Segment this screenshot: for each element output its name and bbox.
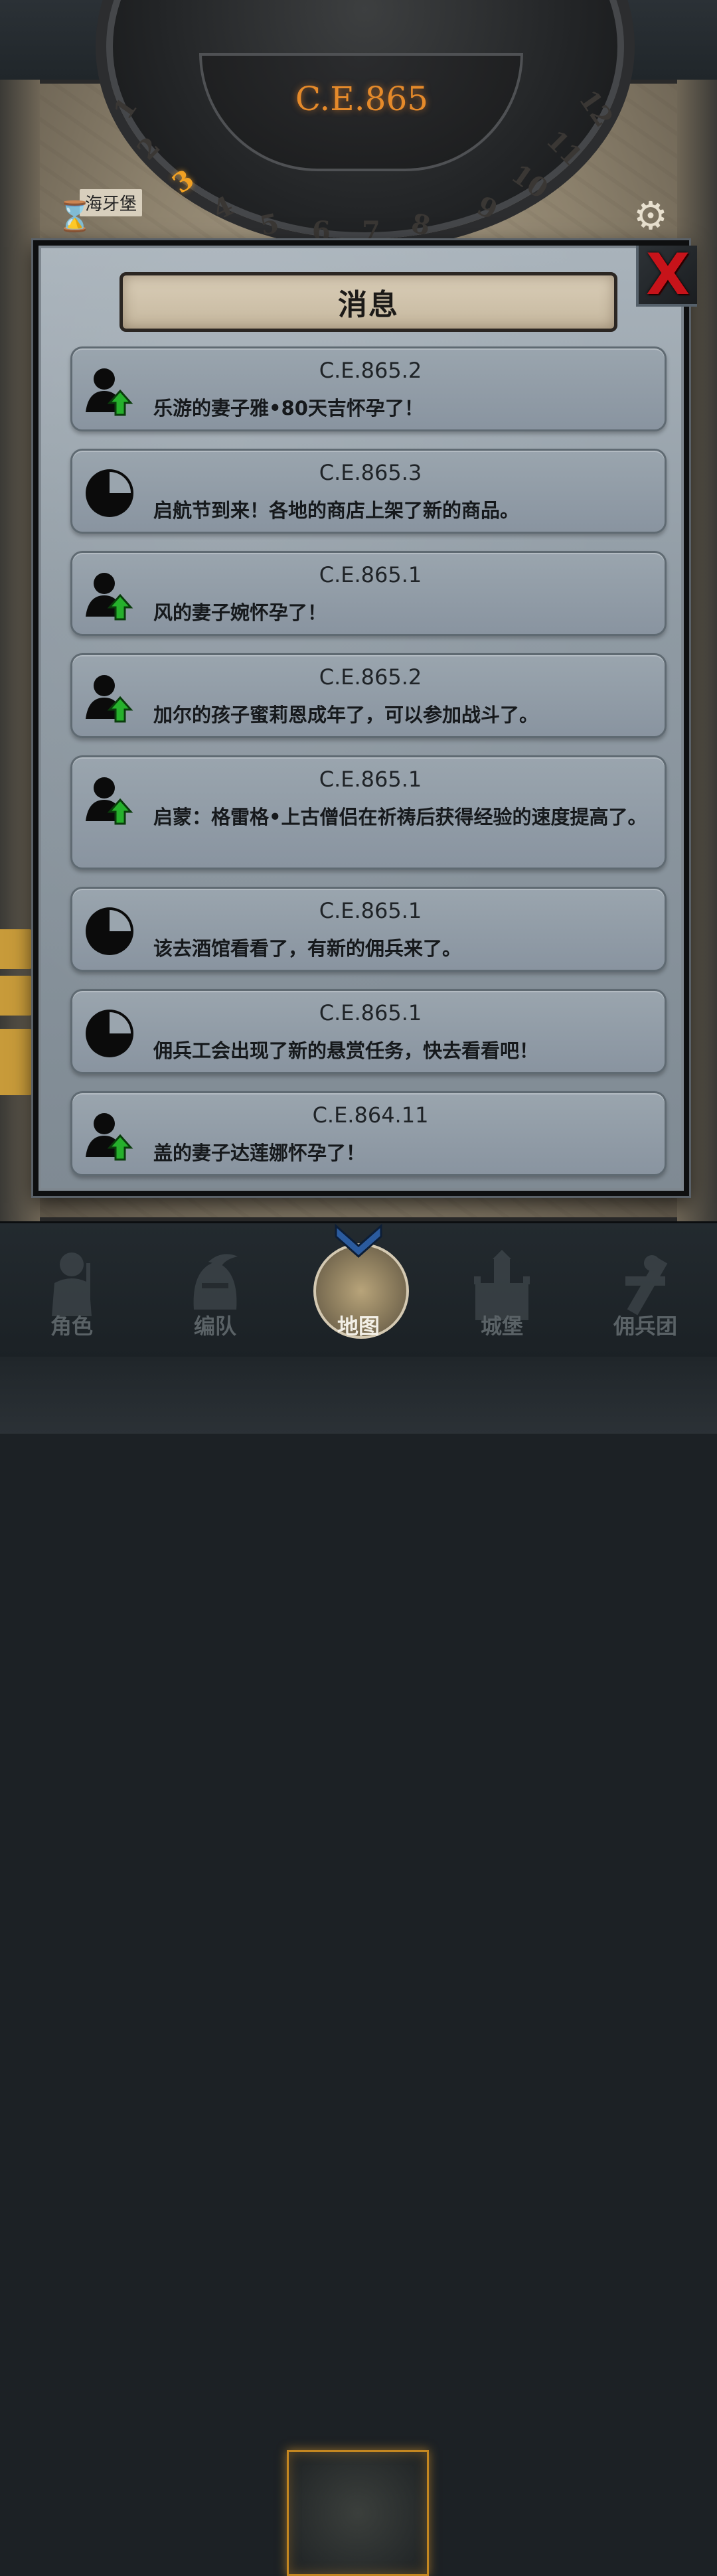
- message-item[interactable]: C.E.865.2 乐游的妻子雅•80天吉怀孕了！: [70, 346, 667, 431]
- message-date: C.E.865.1: [319, 767, 422, 792]
- message-text: 该去酒馆看看了，有新的佣兵来了。: [153, 937, 462, 960]
- nav-label: 地图: [337, 1314, 380, 1339]
- nav-tab-mercenary[interactable]: 佣兵团: [574, 1223, 717, 1359]
- nav-tab-castle[interactable]: 城堡: [430, 1223, 574, 1359]
- message-date: C.E.865.2: [319, 358, 422, 383]
- nav-tab-character[interactable]: 角色: [0, 1223, 143, 1359]
- message-dialog: 消息 X C.E.865.2 乐游的妻子雅•80天吉怀孕了！ C.E.865.3…: [33, 240, 697, 1196]
- message-list[interactable]: C.E.865.2 乐游的妻子雅•80天吉怀孕了！ C.E.865.3 启航节到…: [70, 346, 667, 1193]
- nav-tab-formation[interactable]: 编队: [143, 1223, 287, 1359]
- message-date: C.E.865.1: [319, 1000, 422, 1025]
- dialog-title: 消息: [338, 288, 399, 322]
- message-text: 加尔的孩子蜜莉恩成年了，可以参加战斗了。: [153, 704, 539, 726]
- nav-tab-map[interactable]: 地图: [287, 1223, 430, 1359]
- message-item[interactable]: C.E.865.1 该去酒馆看看了，有新的佣兵来了。: [70, 887, 667, 972]
- message-item[interactable]: C.E.865.1 启蒙：格雷格•上古僧侣在祈祷后获得经验的速度提高了。: [70, 755, 667, 870]
- bottom-system-strip: [0, 1357, 717, 1434]
- message-date: C.E.865.1: [319, 562, 422, 587]
- year-display: C.E.865: [295, 80, 429, 118]
- gear-icon[interactable]: ⚙: [631, 196, 671, 236]
- dialog-title-banner: 消息: [120, 272, 617, 332]
- side-quest-widget[interactable]: [0, 929, 33, 969]
- message-date: C.E.865.2: [319, 664, 422, 690]
- message-item[interactable]: C.E.865.1 佣兵工会出现了新的悬赏任务，快去看看吧！: [70, 989, 667, 1074]
- message-date: C.E.864.11: [312, 1102, 429, 1128]
- bottom-navigation: 角色 编队 地图 城堡 佣兵团: [0, 1221, 717, 2576]
- nav-label: 编队: [193, 1314, 236, 1339]
- message-item[interactable]: C.E.865.3 启航节到来！各地的商店上架了新的商品。: [70, 449, 667, 534]
- message-text: 风的妻子婉怀孕了！: [153, 601, 327, 624]
- nav-label: 佣兵团: [613, 1314, 677, 1339]
- message-item[interactable]: C.E.864.11 盖的妻子达莲娜怀孕了！: [70, 1091, 667, 1176]
- hourglass-icon[interactable]: ⌛: [56, 199, 93, 236]
- nav-label: 城堡: [480, 1314, 523, 1339]
- chevron-down-icon: [335, 1223, 382, 1258]
- message-item[interactable]: C.E.865.1 风的妻子婉怀孕了！: [70, 551, 667, 636]
- message-date: C.E.865.1: [319, 898, 422, 923]
- message-text: 启蒙：格雷格•上古僧侣在祈祷后获得经验的速度提高了。: [153, 806, 647, 828]
- message-text: 盖的妻子达莲娜怀孕了！: [153, 1142, 366, 1164]
- message-text: 乐游的妻子雅•80天吉怀孕了！: [153, 397, 424, 419]
- side-target-widget[interactable]: [0, 976, 33, 1016]
- message-date: C.E.865.3: [319, 460, 422, 485]
- message-text: 佣兵工会出现了新的悬赏任务，快去看看吧！: [153, 1039, 539, 1062]
- close-button[interactable]: X: [636, 246, 697, 307]
- nav-label: 角色: [50, 1314, 93, 1339]
- close-icon: X: [645, 242, 690, 308]
- side-search-widget[interactable]: [0, 1029, 33, 1095]
- nav-active-highlight: [287, 2450, 429, 2576]
- message-item[interactable]: C.E.865.2 加尔的孩子蜜莉恩成年了，可以参加战斗了。: [70, 653, 667, 738]
- message-text: 启航节到来！各地的商店上架了新的商品。: [153, 499, 520, 522]
